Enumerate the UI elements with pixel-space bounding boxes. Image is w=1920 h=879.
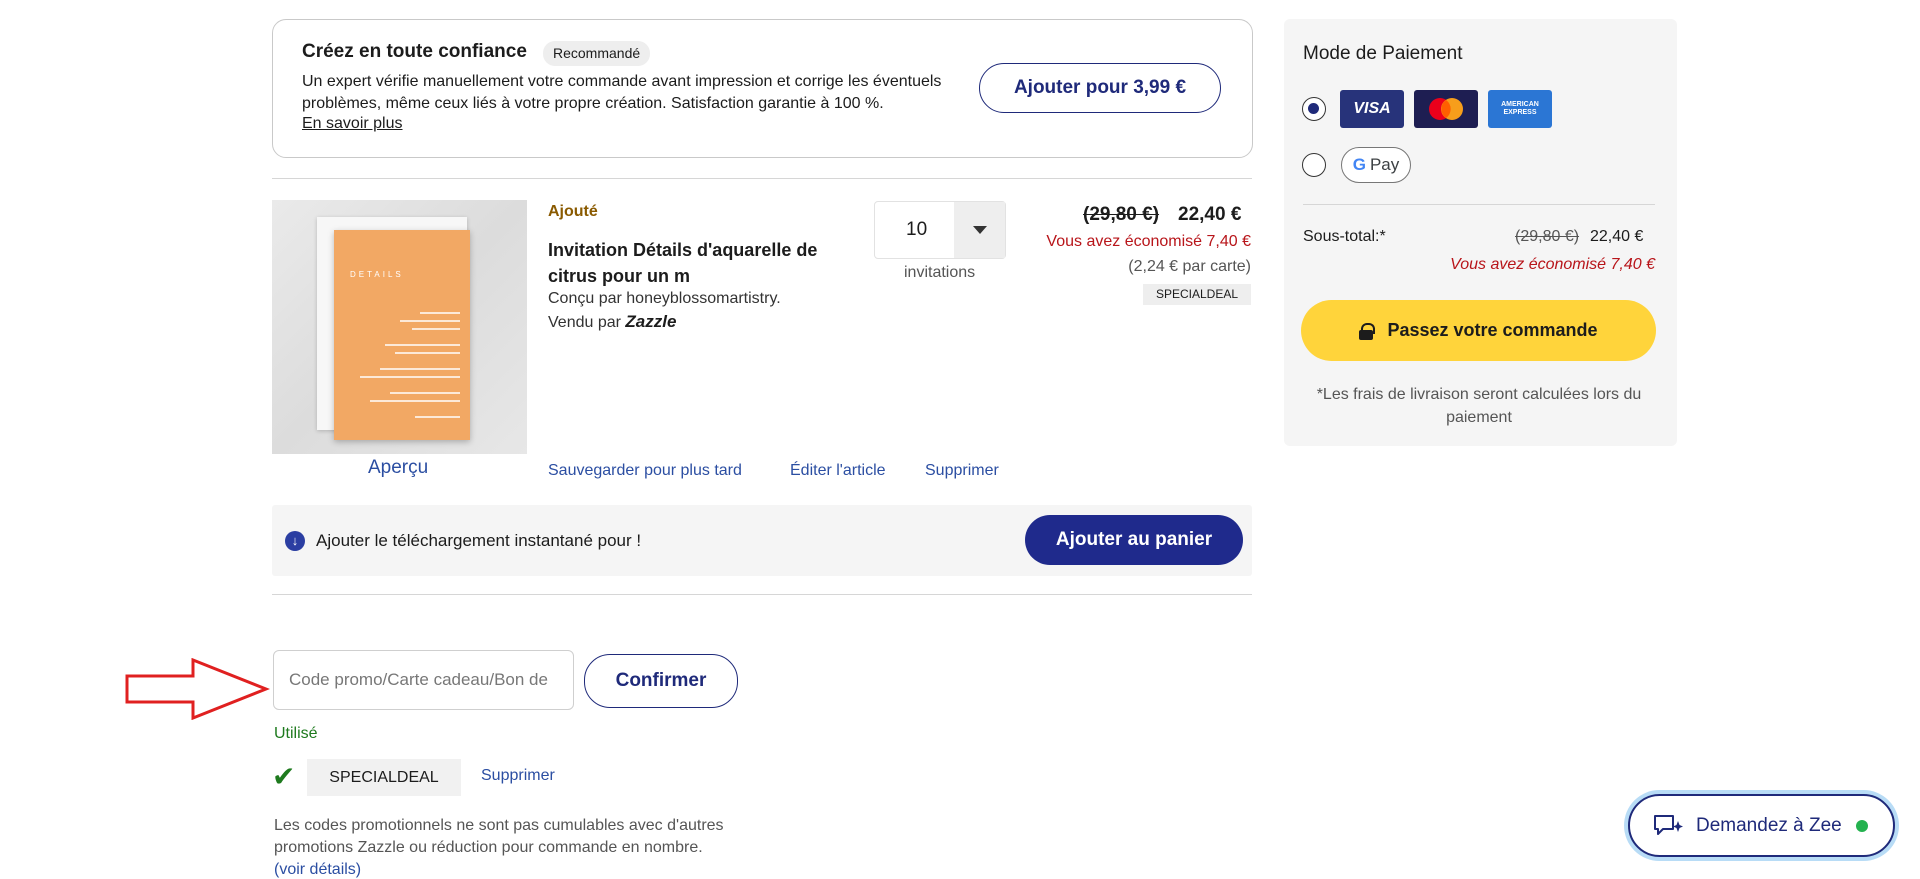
product-designer: Conçu par honeyblossomartistry. [548,290,781,307]
applied-promo-code: SPECIALDEAL [307,759,461,796]
divider [272,594,1252,595]
google-pay-radio[interactable] [1302,153,1326,177]
card-text-line [412,328,460,330]
online-status-dot [1855,819,1868,832]
price-per-card: (2,24 € par carte) [1128,258,1251,275]
promo-note-text: Les codes promotionnels ne sont pas cumu… [274,817,724,856]
add-expert-check-button[interactable]: Ajouter pour 3,99 € [979,63,1221,113]
confirm-promo-button[interactable]: Confirmer [584,654,738,708]
card-text-line [395,352,460,354]
payment-title: Mode de Paiement [1303,43,1463,64]
download-icon: ↓ [285,531,305,551]
edit-item-link[interactable]: Éditer l'article [790,462,886,480]
chat-sparkle-icon [1654,814,1683,835]
google-g-icon: G [1352,155,1366,174]
promo-code-input[interactable] [273,650,574,710]
card-text-line [420,312,460,314]
checkmark-icon: ✔ [272,761,296,792]
add-to-cart-button[interactable]: Ajouter au panier [1025,515,1243,565]
promo-status: Utilisé [274,725,318,742]
original-price: (29,80 €) [1083,204,1160,225]
instant-download-text: Ajouter le téléchargement instantané pou… [316,531,642,550]
ask-zee-label: Demandez à Zee [1696,814,1842,836]
card-text-line [380,368,460,370]
subtotal-savings: Vous avez économisé 7,40 € [1450,256,1655,273]
visa-logo-icon: VISA [1340,90,1404,128]
learn-more-link[interactable]: En savoir plus [302,115,403,133]
quantity-value: 10 [906,219,928,240]
expert-check-title: Créez en toute confiance [302,41,527,62]
promo-note: Les codes promotionnels ne sont pas cumu… [274,815,734,879]
shipping-note: *Les frais de livraison seront calculées… [1316,386,1642,426]
place-order-button[interactable]: Passez votre commande [1301,300,1656,361]
amex-logo-icon: AMERICAN EXPRESS [1488,90,1552,128]
card-text-line [400,320,460,322]
card-payment-radio[interactable] [1302,97,1326,121]
save-for-later-link[interactable]: Sauvegarder pour plus tard [548,462,742,480]
subtotal-label: Sous-total:* [1303,228,1386,245]
discounted-price: 22,40 € [1178,204,1242,225]
invitation-card-title: DETAILS [350,270,404,279]
subtotal-original: (29,80 €) [1515,228,1580,245]
lock-icon [1359,322,1376,340]
product-seller: Vendu par Zazzle [548,312,676,332]
recommended-badge: Recommandé [543,41,651,66]
card-text-line [385,344,460,346]
remove-item-link[interactable]: Supprimer [925,462,999,480]
applied-promo-tag: SPECIALDEAL [1143,284,1251,305]
google-pay-label: Pay [1369,155,1400,174]
google-pay-logo-icon: G Pay [1341,147,1411,183]
divider [1303,204,1655,205]
card-text-line [390,392,460,394]
card-text-line [370,400,460,402]
added-status: Ajouté [548,203,598,220]
card-text-line [360,376,460,378]
expert-check-description: Un expert vérifie manuellement votre com… [302,73,942,112]
card-text-line [415,416,460,418]
subtotal-value: 22,40 € [1590,228,1644,245]
preview-link[interactable]: Aperçu [368,457,428,479]
quantity-unit: invitations [904,264,976,281]
red-arrow-annotation [125,658,270,720]
place-order-label: Passez votre commande [1387,320,1598,340]
chevron-down-icon[interactable] [954,202,1005,258]
promo-details-link[interactable]: (voir détails) [274,861,361,878]
mastercard-logo-icon [1414,90,1478,128]
seller-prefix: Vendu par [548,314,621,331]
savings-text: Vous avez économisé 7,40 € [1046,233,1251,250]
invitation-card-shape [334,230,470,440]
divider [272,178,1252,179]
remove-promo-link[interactable]: Supprimer [481,767,555,785]
ask-zee-chat-button[interactable]: Demandez à Zee [1628,794,1895,857]
product-name-link[interactable]: Invitation Détails d'aquarelle de citrus… [548,237,828,289]
zazzle-logo: Zazzle [625,312,677,331]
